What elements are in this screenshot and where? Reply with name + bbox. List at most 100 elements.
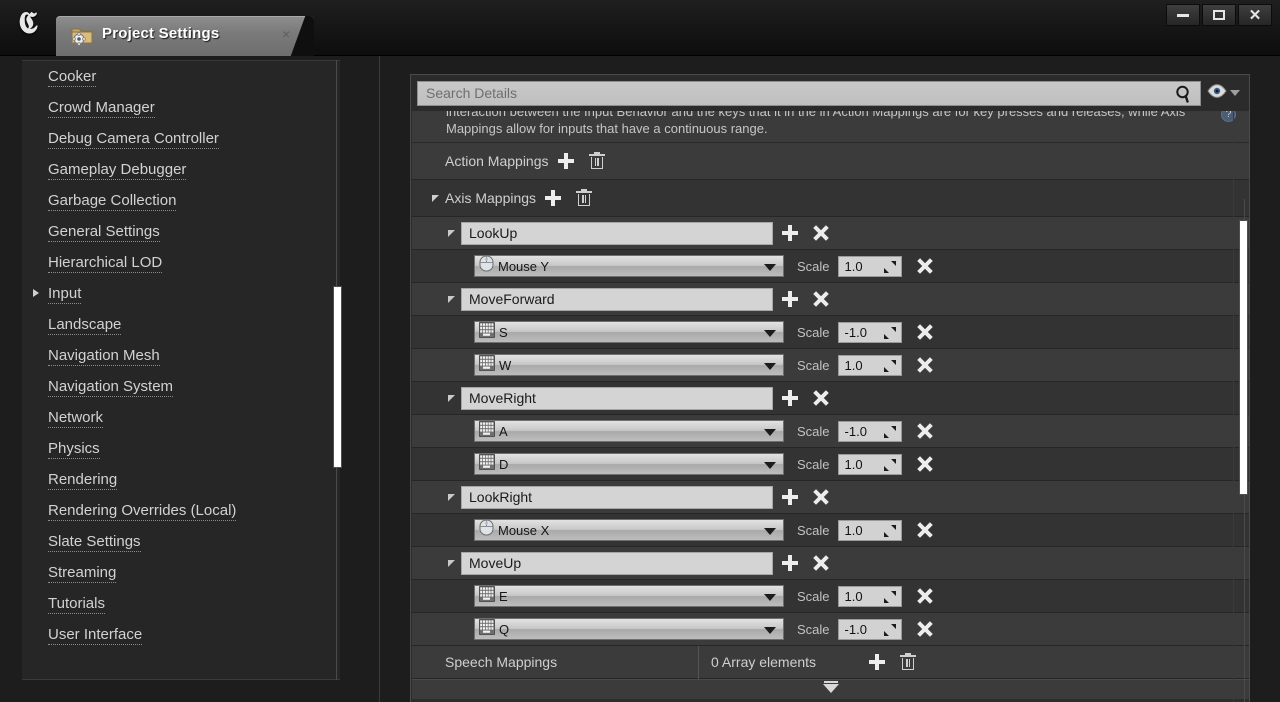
key-select[interactable]: S (474, 321, 784, 343)
axis-mappings-row[interactable]: Axis Mappings (412, 180, 1249, 217)
add-icon[interactable] (544, 189, 562, 207)
expand-triangle-icon[interactable] (33, 289, 39, 297)
scale-input[interactable]: -1.0 (837, 321, 902, 343)
sidebar-item-label: Network (48, 408, 104, 428)
axis-mapping-name-input[interactable]: MoveUp (461, 551, 773, 575)
scroll-more-indicator[interactable] (412, 679, 1249, 699)
sidebar-item-garbage-collection[interactable]: Garbage Collection (22, 185, 340, 216)
sidebar-item-navigation-system[interactable]: Navigation System (22, 371, 340, 402)
delete-icon[interactable] (576, 189, 593, 207)
axis-mapping-name-input[interactable]: MoveForward (461, 287, 773, 311)
stepper-icon[interactable] (883, 623, 897, 637)
add-icon[interactable] (781, 290, 799, 308)
sidebar-item-input[interactable]: Input (22, 278, 340, 309)
add-icon[interactable] (781, 389, 799, 407)
remove-icon[interactable] (917, 588, 933, 604)
close-button[interactable]: ✕ (1238, 4, 1272, 26)
remove-icon[interactable] (917, 423, 933, 439)
maximize-button[interactable] (1202, 4, 1236, 26)
collapse-triangle-icon[interactable] (448, 493, 455, 501)
scale-input[interactable]: -1.0 (837, 618, 902, 640)
sidebar-item-debug-camera-controller[interactable]: Debug Camera Controller (22, 123, 340, 154)
sidebar-item-tutorials[interactable]: Tutorials (22, 588, 340, 619)
details-panel-inner-edge (1233, 111, 1234, 702)
key-select[interactable]: W (474, 354, 784, 376)
sidebar-scrollbar-thumb[interactable] (333, 286, 342, 468)
remove-icon[interactable] (813, 390, 829, 406)
sidebar-item-user-interface[interactable]: User Interface (22, 619, 340, 650)
axis-mapping-key-row: Mouse X Scale 1.0 (412, 514, 1249, 547)
axis-mapping-name-input[interactable]: LookRight (461, 485, 773, 509)
remove-icon[interactable] (917, 324, 933, 340)
sidebar-item-general-settings[interactable]: General Settings (22, 216, 340, 247)
remove-icon[interactable] (917, 522, 933, 538)
add-icon[interactable] (557, 152, 575, 170)
delete-icon[interactable] (588, 152, 605, 170)
sidebar-item-network[interactable]: Network (22, 402, 340, 433)
key-select[interactable]: A (474, 420, 784, 442)
key-select[interactable]: D (474, 453, 784, 475)
sidebar-item-rendering[interactable]: Rendering (22, 464, 340, 495)
stepper-icon[interactable] (883, 590, 897, 604)
tab-project-settings[interactable]: Project Settings × (56, 16, 314, 56)
key-select[interactable]: Q (474, 618, 784, 640)
key-select[interactable]: Mouse Y (474, 255, 784, 277)
sidebar-item-crowd-manager[interactable]: Crowd Manager (22, 92, 340, 123)
remove-icon[interactable] (813, 489, 829, 505)
action-mappings-row[interactable]: Action Mappings (412, 143, 1249, 180)
unreal-engine-logo-icon: 𝕮 (18, 6, 38, 41)
sidebar-item-rendering-overrides-local[interactable]: Rendering Overrides (Local) (22, 495, 340, 526)
tab-close-icon[interactable]: × (282, 27, 290, 41)
delete-icon[interactable] (900, 653, 917, 671)
add-icon[interactable] (781, 488, 799, 506)
remove-icon[interactable] (917, 456, 933, 472)
collapse-triangle-icon[interactable] (448, 295, 455, 303)
sidebar-splitter[interactable] (379, 56, 380, 702)
stepper-icon[interactable] (883, 359, 897, 373)
key-select[interactable]: Mouse X (474, 519, 784, 541)
stepper-icon[interactable] (883, 260, 897, 274)
scale-input[interactable]: 1.0 (837, 585, 902, 607)
add-icon[interactable] (781, 554, 799, 572)
remove-icon[interactable] (917, 621, 933, 637)
search-input[interactable]: Search Details (417, 80, 1201, 106)
window-body: Cooker Crowd Manager Debug Camera Controll… (0, 56, 1280, 702)
add-icon[interactable] (868, 653, 886, 671)
stepper-icon[interactable] (883, 326, 897, 340)
sidebar-item-cooker[interactable]: Cooker (22, 61, 340, 92)
remove-icon[interactable] (813, 555, 829, 571)
axis-mapping-name-input[interactable]: LookUp (461, 221, 773, 245)
scale-value: 1.0 (844, 456, 863, 472)
sidebar-item-slate-settings[interactable]: Slate Settings (22, 526, 340, 557)
stepper-icon[interactable] (883, 524, 897, 538)
remove-icon[interactable] (917, 258, 933, 274)
scale-input[interactable]: 1.0 (837, 255, 902, 277)
collapse-triangle-icon[interactable] (448, 229, 455, 237)
scale-input[interactable]: -1.0 (837, 420, 902, 442)
scale-input[interactable]: 1.0 (837, 354, 902, 376)
stepper-icon[interactable] (883, 425, 897, 439)
remove-icon[interactable] (813, 225, 829, 241)
sidebar-item-streaming[interactable]: Streaming (22, 557, 340, 588)
collapse-triangle-icon[interactable] (432, 194, 439, 202)
sidebar-item-landscape[interactable]: Landscape (22, 309, 340, 340)
sidebar-item-navigation-mesh[interactable]: Navigation Mesh (22, 340, 340, 371)
axis-mapping-name-input[interactable]: MoveRight (461, 386, 773, 410)
sidebar-item-hierarchical-lod[interactable]: Hierarchical LOD (22, 247, 340, 278)
scale-label: Scale (797, 324, 830, 340)
remove-icon[interactable] (813, 291, 829, 307)
collapse-triangle-icon[interactable] (448, 559, 455, 567)
view-options-button[interactable] (1201, 78, 1245, 108)
scale-input[interactable]: 1.0 (837, 519, 902, 541)
scale-input[interactable]: 1.0 (837, 453, 902, 475)
add-icon[interactable] (781, 224, 799, 242)
collapse-triangle-icon[interactable] (448, 394, 455, 402)
sidebar-item-gameplay-debugger[interactable]: Gameplay Debugger (22, 154, 340, 185)
sidebar-item-physics[interactable]: Physics (22, 433, 340, 464)
minimize-button[interactable] (1166, 4, 1200, 26)
stepper-icon[interactable] (883, 458, 897, 472)
key-select[interactable]: E (474, 585, 784, 607)
details-scrollbar-thumb[interactable] (1239, 220, 1248, 495)
remove-icon[interactable] (917, 357, 933, 373)
sidebar-item-label: Navigation Mesh (48, 346, 160, 366)
